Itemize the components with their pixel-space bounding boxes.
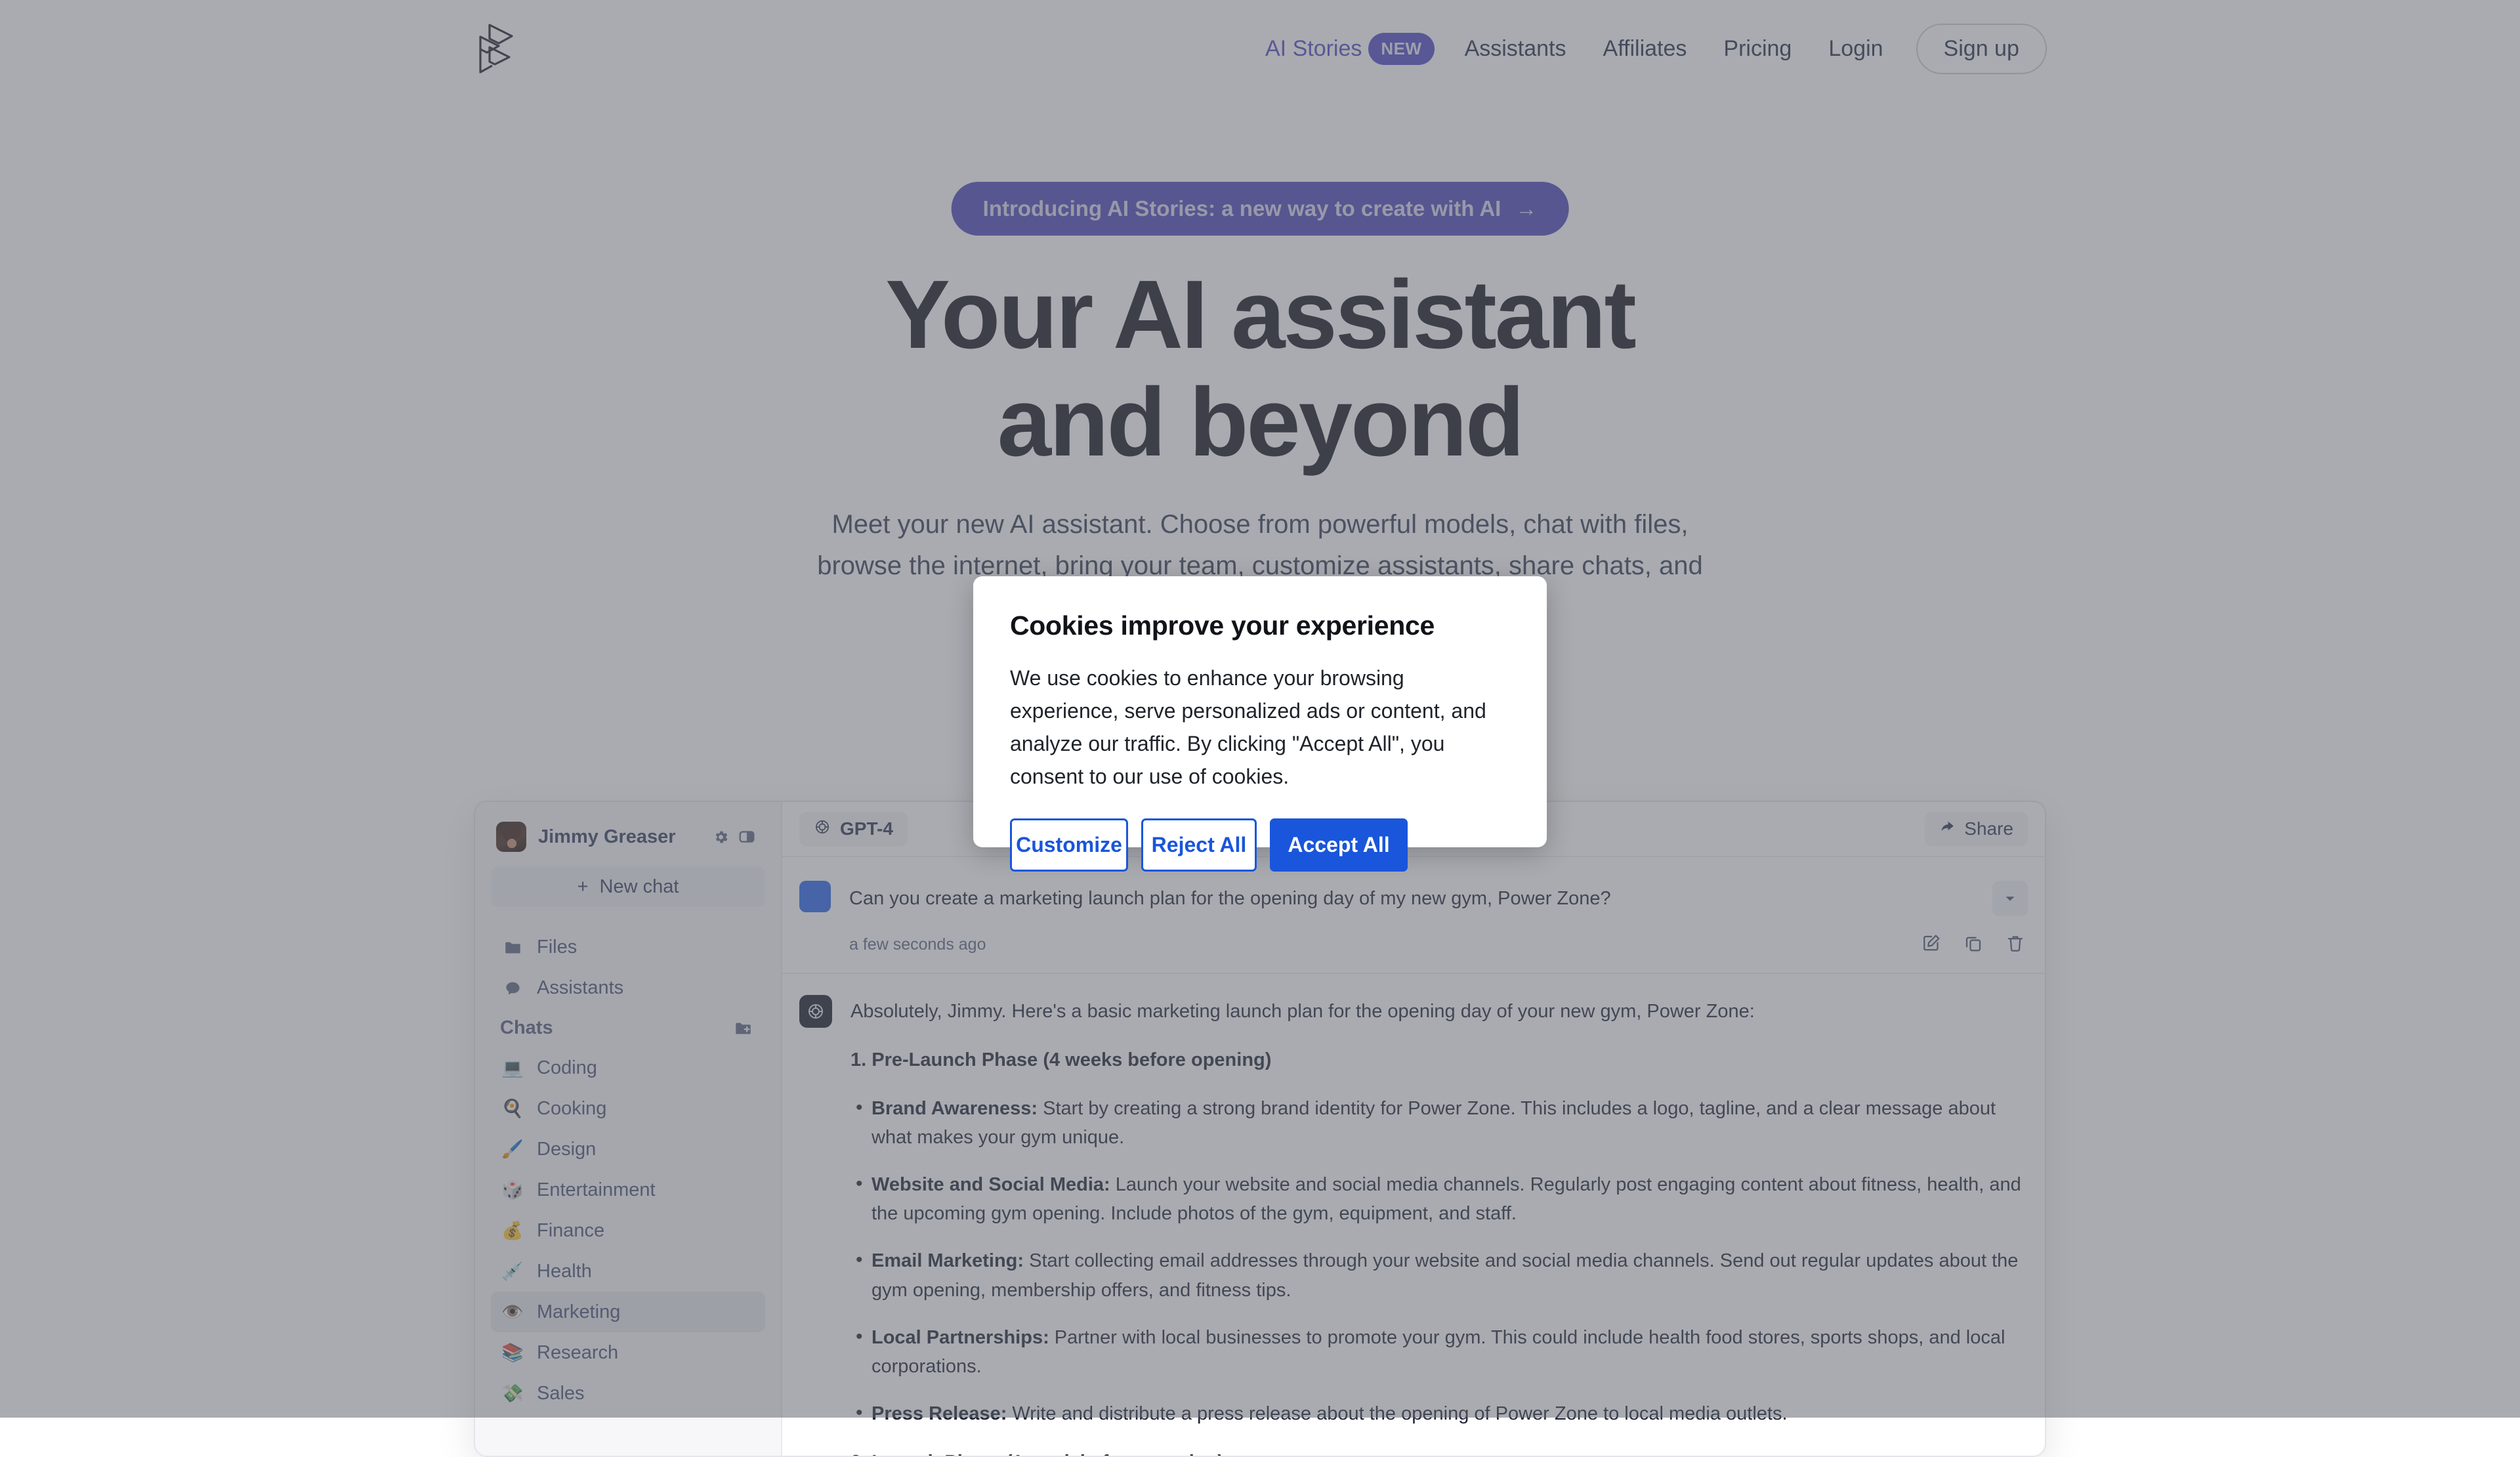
assistant-heading-2: 2. Launch Phase (1 week before opening) xyxy=(850,1448,2028,1456)
cookie-dialog-body: We use cookies to enhance your browsing … xyxy=(1010,662,1510,793)
customize-button[interactable]: Customize xyxy=(1010,818,1128,872)
cookie-dialog-actions: Customize Reject All Accept All xyxy=(1010,818,1510,872)
cookie-dialog-title: Cookies improve your experience xyxy=(1010,610,1510,641)
cookie-consent-dialog: Cookies improve your experience We use c… xyxy=(973,576,1547,847)
accept-all-button[interactable]: Accept All xyxy=(1270,818,1408,872)
reject-all-button[interactable]: Reject All xyxy=(1141,818,1257,872)
